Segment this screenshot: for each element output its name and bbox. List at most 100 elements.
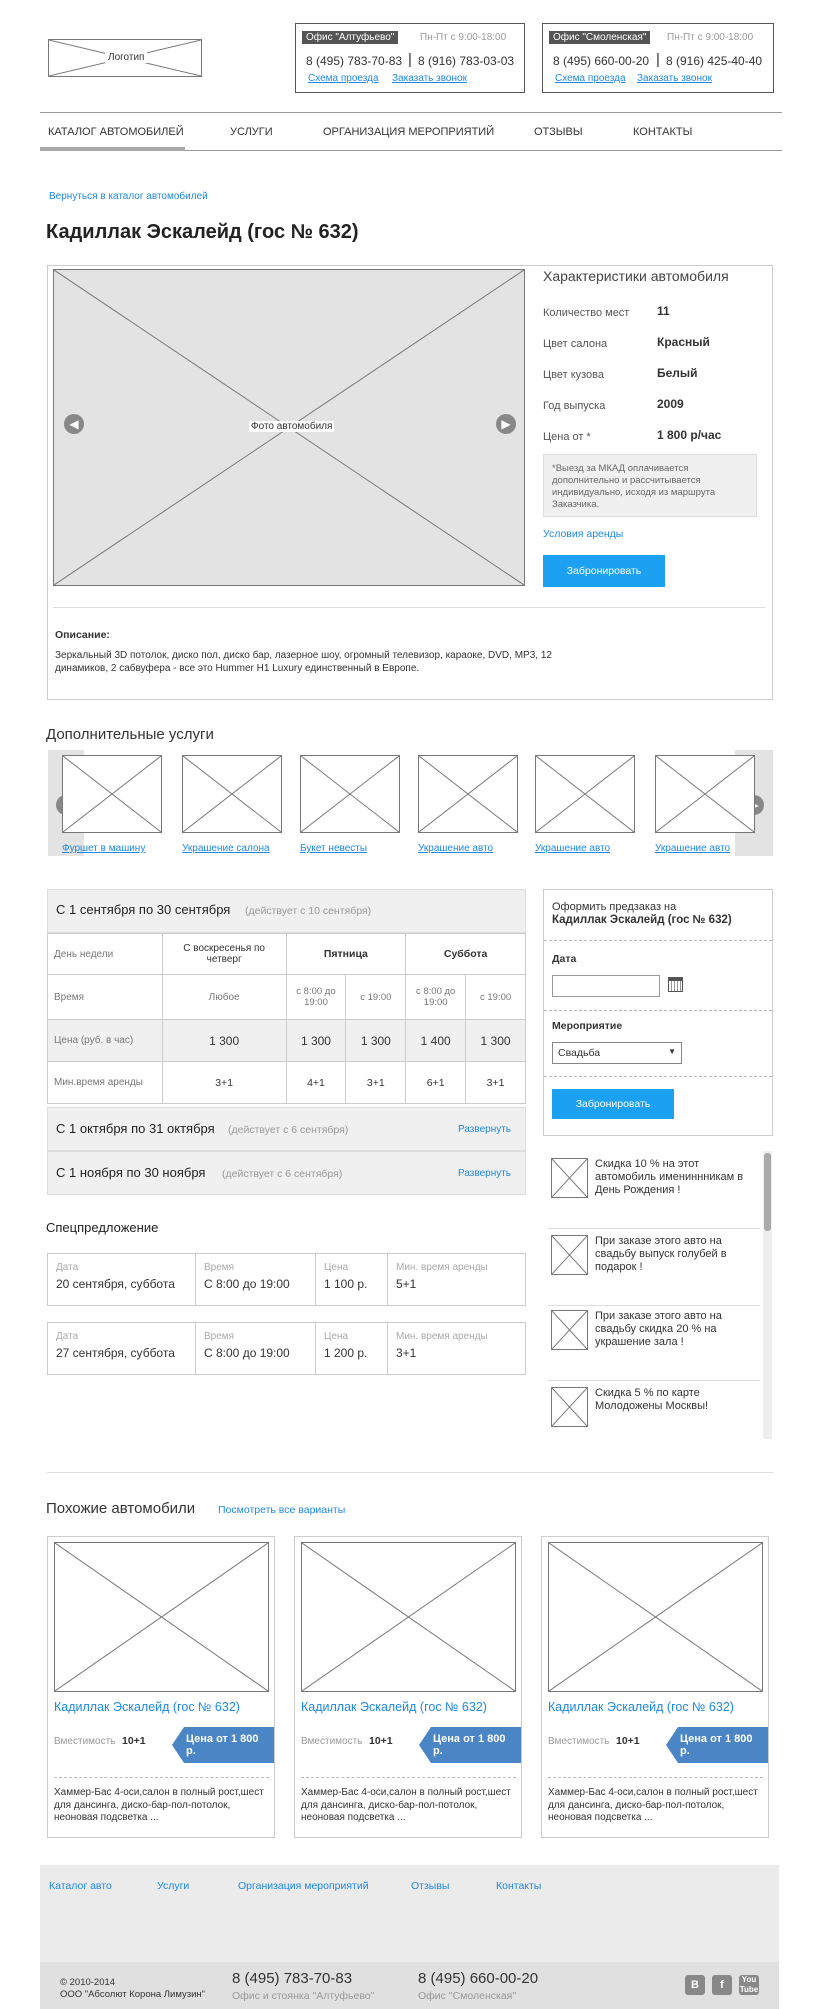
date-input[interactable] xyxy=(552,975,660,997)
similar-car-description: Хаммер-Бас 4-оси,салон в полный рост,шес… xyxy=(548,1787,758,1823)
special-offer-row[interactable]: Дата 20 сентября, суббота Время С 8:00 до … xyxy=(47,1253,526,1306)
similar-car-title[interactable]: Кадиллак Эскалейд (гос № 632) xyxy=(54,1700,240,1714)
extra-service-image[interactable] xyxy=(535,755,635,833)
special-heading: Спецпредложение xyxy=(46,1220,159,1235)
specs-heading: Характеристики автомобиля xyxy=(543,268,729,284)
chevron-down-icon: ▼ xyxy=(668,1047,676,1056)
similar-all-link[interactable]: Посмотреть все варианты xyxy=(218,1504,345,1516)
promos-scrollbar-thumb[interactable] xyxy=(764,1153,771,1231)
photo-next-arrow-icon[interactable]: ▶ xyxy=(496,414,516,434)
price-sat-evening: 1 300 xyxy=(465,1019,526,1062)
card-divider xyxy=(548,1777,763,1778)
caption-time: Время xyxy=(204,1331,235,1342)
price-tag: Цена от 1 800 р. xyxy=(419,1727,521,1763)
promo-image xyxy=(551,1158,588,1198)
callback-link[interactable]: Заказать звонок xyxy=(392,73,467,84)
extra-service-image[interactable] xyxy=(62,755,162,833)
time-fri-day: с 8:00 до 19:00 xyxy=(285,974,347,1020)
logo-label: Логотип xyxy=(105,52,148,63)
facebook-icon[interactable]: f xyxy=(712,1975,732,1995)
min-sun-thu: 3+1 xyxy=(161,1061,287,1104)
promo-divider xyxy=(548,1380,760,1381)
office-hours: Пн-Пт с 9:00-18:00 xyxy=(420,32,507,43)
extra-service-link[interactable]: Украшение авто xyxy=(535,843,610,854)
footer-link-reviews[interactable]: Отзывы xyxy=(411,1880,449,1892)
special-price-cell: Цена 1 200 р. xyxy=(316,1323,388,1374)
time-sat-evening: с 19:00 xyxy=(465,974,526,1020)
similar-car-image[interactable] xyxy=(548,1542,763,1692)
extra-service-link[interactable]: Букет невесты xyxy=(300,843,367,854)
period-2-expand-link[interactable]: Развернуть xyxy=(458,1124,511,1135)
office-name: Офис "Смоленская" xyxy=(549,31,651,44)
min-fri-day: 4+1 xyxy=(285,1061,347,1104)
footer-link-events[interactable]: Организация мероприятий xyxy=(238,1880,369,1892)
extra-service-link[interactable]: Украшение салона xyxy=(182,843,270,854)
date-label: Дата xyxy=(552,953,577,965)
period-3-title: С 1 ноября по 30 ноября xyxy=(56,1165,206,1180)
price-fri-evening: 1 300 xyxy=(345,1019,407,1062)
similar-car-description: Хаммер-Бас 4-оси,салон в полный рост,шес… xyxy=(301,1787,511,1823)
photo-prev-arrow-icon[interactable]: ◀ xyxy=(64,414,84,434)
extra-service-image[interactable] xyxy=(655,755,755,833)
description-text: Зеркальный 3D потолок, диско пол, диско … xyxy=(55,650,552,674)
calendar-icon[interactable] xyxy=(668,977,683,992)
youtube-icon[interactable]: You Tube xyxy=(739,1975,759,1995)
time-sat-day: с 8:00 до 19:00 xyxy=(405,974,467,1020)
extra-service-link[interactable]: Украшение авто xyxy=(418,843,493,854)
row-price-label: Цена (руб. в час) xyxy=(47,1019,163,1062)
extra-service-image[interactable] xyxy=(182,755,282,833)
similar-car-title[interactable]: Кадиллак Эскалейд (гос № 632) xyxy=(548,1700,734,1714)
nav-item-services[interactable]: Услуги xyxy=(230,126,273,138)
price-sat-day: 1 400 xyxy=(405,1019,467,1062)
time-any: Любое xyxy=(161,974,287,1020)
spec-label-price: Цена от * xyxy=(543,431,591,443)
map-link[interactable]: Схема проезда xyxy=(308,73,379,84)
promo-image xyxy=(551,1235,588,1275)
nav-active-indicator xyxy=(40,147,185,151)
promo-divider xyxy=(548,1228,760,1229)
event-label: Мероприятие xyxy=(552,1020,623,1032)
promo-text: При заказе этого авто на свадьбу выпуск … xyxy=(595,1235,727,1273)
special-offer-row[interactable]: Дата 27 сентября, суббота Время С 8:00 до … xyxy=(47,1322,526,1375)
similar-car-image[interactable] xyxy=(301,1542,516,1692)
spec-label-seats: Количество мест xyxy=(543,307,630,319)
footer-link-services[interactable]: Услуги xyxy=(157,1880,189,1892)
extra-service-link[interactable]: Фуршет в машину xyxy=(62,843,145,854)
extra-service-link[interactable]: Украшение авто xyxy=(655,843,730,854)
caption-time: Время xyxy=(204,1262,235,1273)
pricing-table: День недели С воскресенья по четверг Пят… xyxy=(47,933,526,1104)
extra-service-image[interactable] xyxy=(300,755,400,833)
footer-link-contacts[interactable]: Контакты xyxy=(496,1880,541,1892)
preorder-book-button[interactable]: Забронировать xyxy=(552,1089,674,1119)
header-saturday: Суббота xyxy=(405,933,526,975)
nav-item-reviews[interactable]: Отзывы xyxy=(534,126,583,138)
similar-car-image[interactable] xyxy=(54,1542,269,1692)
row-time-label: Время xyxy=(47,974,163,1020)
similar-car-title[interactable]: Кадиллак Эскалейд (гос № 632) xyxy=(301,1700,487,1714)
extra-service-image[interactable] xyxy=(418,755,518,833)
rent-terms-link[interactable]: Условия аренды xyxy=(543,528,623,540)
book-button[interactable]: Забронировать xyxy=(543,555,665,587)
period-3-expand-link[interactable]: Развернуть xyxy=(458,1168,511,1179)
nav-item-contacts[interactable]: Контакты xyxy=(633,126,692,138)
similar-car-card[interactable]: Кадиллак Эскалейд (гос № 632) Вместимост… xyxy=(541,1536,769,1838)
map-link[interactable]: Схема проезда xyxy=(555,73,626,84)
similar-car-card[interactable]: Кадиллак Эскалейд (гос № 632) Вместимост… xyxy=(294,1536,522,1838)
price-fri-day: 1 300 xyxy=(285,1019,347,1062)
footer-place-2: Офис "Смоленская" xyxy=(418,1990,517,2002)
preorder-car: Кадиллак Эскалейд (гос № 632) xyxy=(552,914,732,926)
spec-value-price: 1 800 р/час xyxy=(657,428,722,442)
event-select[interactable]: Свадьба ▼ xyxy=(552,1042,682,1064)
nav-item-catalog[interactable]: Каталог автомобилей xyxy=(48,126,184,138)
footer-link-catalog[interactable]: Каталог авто xyxy=(49,1880,112,1892)
special-price-cell: Цена 1 100 р. xyxy=(316,1254,388,1305)
callback-link[interactable]: Заказать звонок xyxy=(637,73,712,84)
vk-icon[interactable]: B xyxy=(685,1975,705,1995)
spec-label-body: Цвет кузова xyxy=(543,369,605,381)
nav-item-events[interactable]: Организация мероприятий xyxy=(323,126,494,138)
special-date: 27 сентября, суббота xyxy=(56,1346,175,1360)
back-to-catalog-link[interactable]: Вернуться в каталог автомобилей xyxy=(49,191,208,202)
capacity-value: 10+1 xyxy=(616,1735,640,1747)
similar-car-card[interactable]: Кадиллак Эскалейд (гос № 632) Вместимост… xyxy=(47,1536,275,1838)
logo[interactable]: Логотип xyxy=(48,39,202,77)
